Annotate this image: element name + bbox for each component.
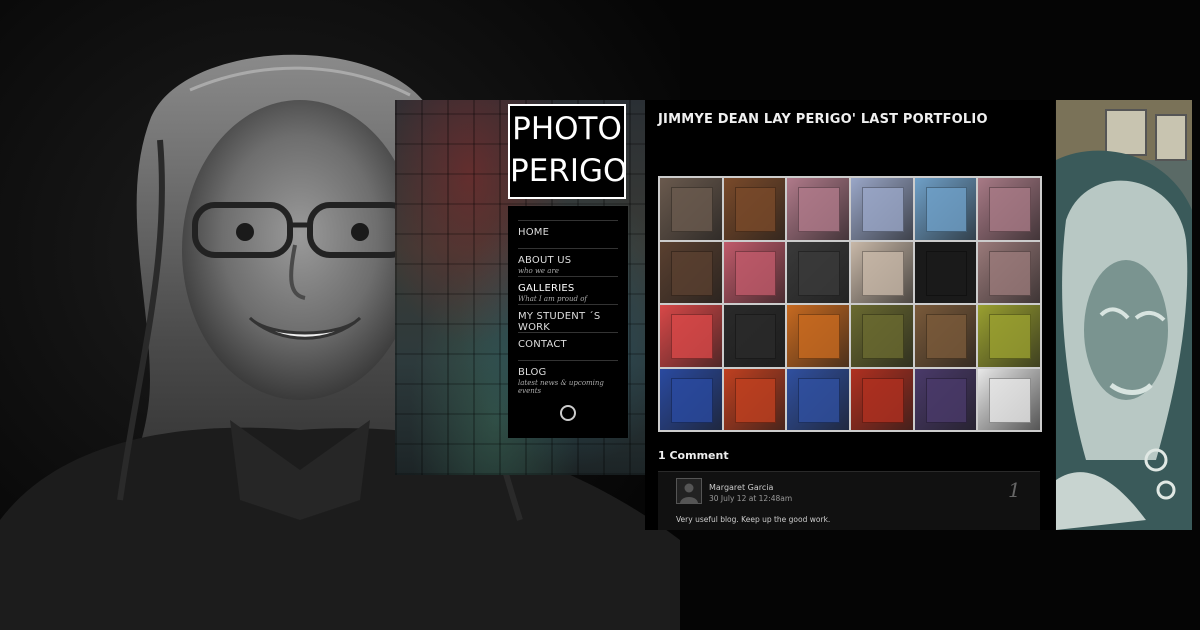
gallery-thumbnail[interactable] <box>914 178 977 240</box>
nav-item-about-us[interactable]: ABOUT US who we are <box>518 248 618 275</box>
thumbnail-artwork <box>671 250 713 296</box>
gallery-thumbnail[interactable] <box>978 368 1040 430</box>
thumbnail-artwork <box>671 377 713 423</box>
thumbnail-artwork <box>862 377 904 423</box>
logo-line-1: PHOTO <box>512 111 622 147</box>
nav-item-home[interactable]: HOME <box>518 220 618 238</box>
comment-number: 1 <box>1008 478 1021 502</box>
gallery-thumbnail[interactable] <box>660 368 722 430</box>
thumbnail-artwork <box>862 250 904 296</box>
thumbnail-artwork <box>798 250 840 296</box>
site-logo[interactable]: PHOTO PERIGO <box>508 104 628 199</box>
thumbnail-artwork <box>989 377 1031 423</box>
gallery-thumbnail[interactable] <box>723 305 786 367</box>
user-icon <box>680 483 698 503</box>
gallery-thumbnail[interactable] <box>723 368 786 430</box>
gallery-thumbnail[interactable] <box>914 305 977 367</box>
gallery-thumbnail[interactable] <box>787 305 849 367</box>
nav-item-students-work[interactable]: MY STUDENT ´S WORK <box>518 304 618 333</box>
main-navigation: HOME ABOUT US who we are GALLERIES What … <box>508 206 628 438</box>
nav-item-label: GALLERIES <box>518 283 575 294</box>
comment-author[interactable]: Margaret Garcia <box>709 483 773 492</box>
gallery-thumbnail[interactable] <box>787 178 849 240</box>
thumbnail-artwork <box>671 187 713 233</box>
nav-item-label: BLOG <box>518 367 547 378</box>
avatar <box>676 478 702 504</box>
right-art-image <box>1056 100 1192 530</box>
gallery-thumbnail[interactable] <box>723 241 786 303</box>
nav-item-blog[interactable]: BLOG latest news & upcoming events <box>518 360 618 395</box>
thumbnail-artwork <box>734 250 777 296</box>
comment-count: 1 Comment <box>658 449 729 462</box>
nav-item-label: HOME <box>518 227 550 238</box>
gallery-thumbnail[interactable] <box>660 241 722 303</box>
gallery-thumbnail[interactable] <box>660 305 722 367</box>
thumbnail-artwork <box>989 314 1031 360</box>
thumbnail-artwork <box>734 314 777 360</box>
gallery-thumbnail[interactable] <box>978 305 1040 367</box>
thumbnail-artwork <box>798 377 840 423</box>
nav-item-subtitle: who we are <box>518 267 559 275</box>
comment-date[interactable]: 30 July 12 at 12:48am <box>709 494 792 503</box>
gallery-thumbnail[interactable] <box>851 178 913 240</box>
thumbnail-artwork <box>671 314 713 360</box>
thumbnail-artwork <box>862 314 904 360</box>
comment-text: Very useful blog. Keep up the good work. <box>676 515 831 524</box>
nav-item-label: MY STUDENT ´S WORK <box>518 311 601 333</box>
nav-item-label: ABOUT US <box>518 255 572 266</box>
thumbnail-artwork <box>925 377 968 423</box>
gallery-thumbnail[interactable] <box>914 368 977 430</box>
thumbnail-artwork <box>989 250 1031 296</box>
gallery-thumbnail[interactable] <box>978 241 1040 303</box>
gallery-thumbnail[interactable] <box>851 305 913 367</box>
nav-item-subtitle: latest news & upcoming events <box>518 379 604 395</box>
thumbnail-artwork <box>862 187 904 233</box>
post-title: JIMMYE DEAN LAY PERIGO' LAST PORTFOLIO <box>658 112 988 127</box>
gallery-thumbnail[interactable] <box>978 178 1040 240</box>
thumbnail-artwork <box>798 314 840 360</box>
gallery-thumbnail[interactable] <box>787 241 849 303</box>
nav-item-contact[interactable]: CONTACT <box>518 332 618 350</box>
thumbnail-artwork <box>925 314 968 360</box>
nav-item-subtitle: What I am proud of <box>518 295 588 303</box>
thumbnail-artwork <box>798 187 840 233</box>
gallery-thumbnail[interactable] <box>660 178 722 240</box>
gallery-grid <box>658 176 1042 432</box>
nav-item-label: CONTACT <box>518 339 567 350</box>
thumbnail-artwork <box>989 187 1031 233</box>
gallery-thumbnail[interactable] <box>723 178 786 240</box>
nav-item-galleries[interactable]: GALLERIES What I am proud of <box>518 276 618 303</box>
thumbnail-artwork <box>734 187 777 233</box>
nav-toggle-icon[interactable] <box>560 405 576 421</box>
thumbnail-artwork <box>925 187 968 233</box>
gallery-thumbnail[interactable] <box>851 241 913 303</box>
logo-line-2: PERIGO <box>510 153 628 189</box>
thumbnail-artwork <box>734 377 777 423</box>
gallery-thumbnail[interactable] <box>787 368 849 430</box>
thumbnail-artwork <box>925 250 968 296</box>
gallery-thumbnail[interactable] <box>851 368 913 430</box>
gallery-thumbnail[interactable] <box>914 241 977 303</box>
